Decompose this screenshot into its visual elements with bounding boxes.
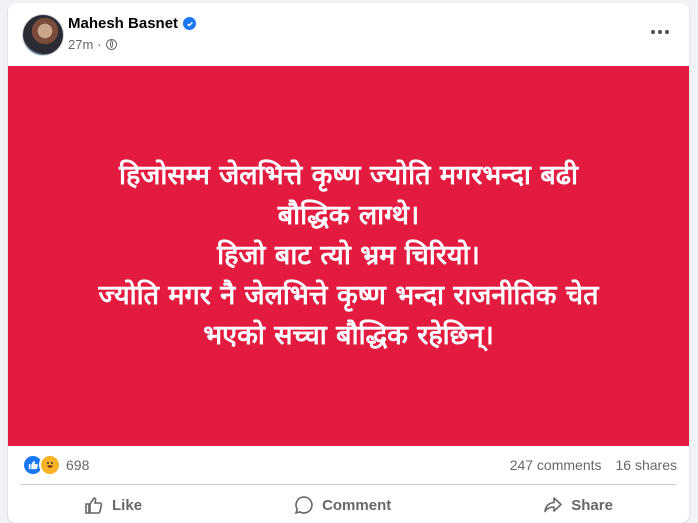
post-line: हिजोसम्म जेलभित्ते कृष्ण ज्योति मगरभन्दा…	[119, 160, 578, 191]
more-dot	[658, 30, 662, 34]
comments-count[interactable]: 247 comments	[510, 457, 602, 473]
post-line: भएको सच्चा बौद्धिक रहेछिन्।	[203, 320, 494, 351]
post-text-background: हिजोसम्म जेलभित्ते कृष्ण ज्योति मगरभन्दा…	[8, 66, 689, 446]
post-line: बौद्धिक लाग्थे।	[277, 200, 420, 231]
post-card: Mahesh Basnet 27m · हिजोसम्म जेलभित्ते क…	[8, 3, 689, 523]
comment-label: Comment	[322, 496, 392, 514]
globe-icon	[105, 39, 117, 50]
post-header: Mahesh Basnet 27m ·	[8, 3, 689, 65]
post-line: हिजो बाट त्यो भ्रम चिरियो।	[217, 240, 480, 271]
reaction-summary[interactable]: 698	[22, 454, 89, 476]
separator-dot: ·	[97, 37, 102, 52]
engagement-counts: 247 comments 16 shares	[510, 457, 677, 473]
avatar[interactable]	[22, 14, 64, 56]
action-bar: Like Comment Share	[8, 485, 689, 523]
post-time[interactable]: 27m	[68, 37, 93, 52]
like-button[interactable]: Like	[84, 495, 142, 515]
like-label: Like	[112, 496, 143, 514]
author-name[interactable]: Mahesh Basnet	[68, 15, 178, 32]
post-line: ज्योति मगर नै जेलभित्ते कृष्ण भन्दा राजन…	[98, 280, 599, 311]
comment-icon	[294, 495, 314, 515]
share-icon	[543, 495, 563, 515]
post-stats: 698 247 comments 16 shares	[8, 446, 689, 484]
comment-button[interactable]: Comment	[294, 495, 391, 515]
more-dot	[651, 30, 655, 34]
like-icon	[84, 495, 104, 515]
author-line: Mahesh Basnet	[68, 15, 197, 32]
share-button[interactable]: Share	[543, 495, 613, 515]
haha-reaction-icon	[39, 454, 61, 476]
more-options-button[interactable]	[645, 20, 675, 44]
shares-count[interactable]: 16 shares	[616, 457, 677, 473]
verified-icon	[183, 17, 197, 30]
share-label: Share	[571, 496, 613, 514]
more-dot	[665, 30, 669, 34]
post-meta: 27m ·	[68, 37, 117, 52]
reaction-count: 698	[66, 457, 90, 473]
post-text: हिजोसम्म जेलभित्ते कृष्ण ज्योति मगरभन्दा…	[99, 156, 599, 356]
